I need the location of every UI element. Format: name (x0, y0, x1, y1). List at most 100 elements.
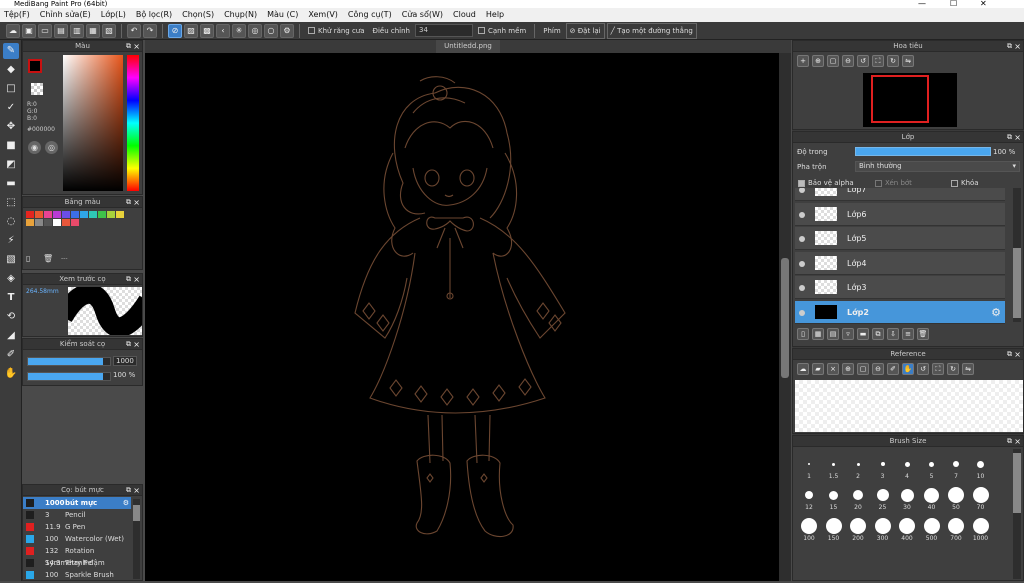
brush-size-cell[interactable]: 15 (822, 481, 846, 511)
snap-circle-icon[interactable]: ◎ (248, 23, 262, 38)
close-icon[interactable]: × (133, 197, 140, 208)
flip-icon[interactable]: ⇋ (902, 55, 914, 67)
visibility-icon[interactable] (799, 211, 805, 218)
saturation-value-square[interactable] (63, 55, 123, 191)
brush-size-cell[interactable]: 1000 (969, 512, 993, 542)
brush-size-value[interactable]: 1000 (113, 356, 137, 366)
brush-size-cell[interactable]: 25 (871, 481, 895, 511)
visibility-icon[interactable] (799, 260, 805, 267)
background-color-swatch[interactable] (31, 83, 43, 95)
minimize-button[interactable]: — (918, 0, 926, 8)
brush-size-cell[interactable]: 700 (944, 512, 968, 542)
palette-swatch[interactable] (44, 211, 52, 218)
check-tool-icon[interactable]: ✓ (3, 100, 19, 116)
zoom-in-alt-icon[interactable]: ⊕ (812, 55, 824, 67)
brush-size-cell[interactable]: 3 (871, 450, 895, 480)
brush-size-cell[interactable]: 200 (846, 512, 870, 542)
lasso-tool-icon[interactable]: ◌ (3, 214, 19, 230)
palette-swatch[interactable] (89, 211, 97, 218)
brush-size-cell[interactable]: 40 (920, 481, 944, 511)
bucket-tool-icon[interactable]: ◩ (3, 157, 19, 173)
brush-size-cell[interactable]: 100 (797, 512, 821, 542)
menu-snap[interactable]: Chụp(N) (224, 8, 257, 22)
menu-layer[interactable]: Lớp(L) (101, 8, 126, 22)
scroll-thumb[interactable] (1013, 248, 1021, 318)
comment-icon[interactable]: ▭ (38, 23, 52, 38)
pin-icon[interactable]: ⧉ (1007, 132, 1012, 143)
menu-filter[interactable]: Bộ lọc(R) (136, 8, 172, 22)
navigator-view-rect[interactable] (871, 75, 929, 123)
reference-view[interactable] (795, 380, 1023, 432)
brush-list-item[interactable]: 100 Watercolor (Wet) (23, 533, 131, 545)
zoom-in-icon[interactable]: ⊕ (842, 363, 854, 375)
hand-tool-icon[interactable]: ✋ (3, 366, 19, 382)
foreground-color-swatch[interactable] (28, 59, 42, 73)
brush-size-cell[interactable]: 2 (846, 450, 870, 480)
rotate-right-icon[interactable]: ↻ (947, 363, 959, 375)
reset-button[interactable]: ⊘ Đặt lại (565, 22, 605, 39)
hand-icon[interactable]: ✋ (902, 363, 914, 375)
pin-icon[interactable]: ⧉ (1007, 41, 1012, 52)
select-eraser-tool-icon[interactable]: ◈ (3, 271, 19, 287)
brush-list-item[interactable]: 11.9 G Pen (23, 521, 131, 533)
document-tab[interactable]: Untitledd.png (436, 40, 500, 53)
brush-size-cell[interactable]: 4 (895, 450, 919, 480)
pin-icon[interactable]: ⧉ (1007, 436, 1012, 447)
visibility-icon[interactable] (799, 285, 805, 291)
menu-tools[interactable]: Công cụ(T) (348, 8, 392, 22)
page-icon[interactable]: ▥ (70, 23, 84, 38)
palette-swatch[interactable] (71, 219, 79, 226)
palette-swatch[interactable] (62, 219, 70, 226)
divide-tool-icon[interactable]: ◢ (3, 328, 19, 344)
pin-icon[interactable]: ⧉ (126, 339, 131, 350)
fit-icon[interactable]: ▢ (827, 55, 839, 67)
brush-size-cell[interactable]: 300 (871, 512, 895, 542)
palette-swatch[interactable] (62, 211, 70, 218)
zoom-out-icon[interactable]: ⊖ (872, 363, 884, 375)
scroll-thumb[interactable] (781, 258, 789, 378)
grid-icon[interactable]: ▦ (86, 23, 100, 38)
zoom-in-icon[interactable]: + (797, 55, 809, 67)
fit-icon[interactable]: ▢ (857, 363, 869, 375)
brush-list-item[interactable]: 1000bút mực ⚙ (23, 497, 131, 509)
close-button[interactable]: ✕ (980, 0, 987, 8)
menu-view[interactable]: Xem(V) (308, 8, 338, 22)
menu-select[interactable]: Chọn(S) (182, 8, 214, 22)
brush-list-item[interactable]: 100 Sparkle Brush (23, 569, 131, 581)
close-icon[interactable]: × (1014, 436, 1021, 447)
redo-icon[interactable]: ↷ (143, 23, 157, 38)
close-icon[interactable]: × (1014, 41, 1021, 52)
rotate-left-icon[interactable]: ↺ (917, 363, 929, 375)
close-icon[interactable]: × (133, 485, 140, 496)
pin-icon[interactable]: ⧉ (126, 41, 131, 52)
canvas-scrollbar[interactable] (779, 53, 791, 581)
layer-row[interactable]: Lớp4 (795, 251, 1005, 275)
cloud-icon[interactable]: ☁ (6, 23, 20, 38)
lock-checkbox[interactable]: Khóa (951, 179, 979, 187)
clipping-checkbox[interactable]: Xén bớt (875, 179, 912, 187)
blend-mode-select[interactable]: Bình thường ▾ (855, 161, 1020, 172)
eyedropper-icon[interactable]: ✐ (887, 363, 899, 375)
brush-size-cell[interactable]: 400 (895, 512, 919, 542)
brush-size-slider[interactable] (27, 357, 111, 366)
soft-edge-checkbox[interactable]: Cạnh mềm (475, 24, 529, 38)
snap-cross-icon[interactable]: ▩ (200, 23, 214, 38)
magic-wand-tool-icon[interactable]: ⚡ (3, 233, 19, 249)
pin-icon[interactable]: ⧉ (126, 274, 131, 285)
layer-row[interactable]: Lớp5 (795, 227, 1005, 250)
brush-list-item[interactable]: 3 Pencil (23, 509, 131, 521)
gear-icon[interactable]: ⚙ (991, 301, 1001, 324)
layer-settings-icon[interactable]: ≡ (902, 328, 914, 340)
rectangle-tool-icon[interactable]: ■ (3, 138, 19, 154)
close-icon[interactable]: × (133, 339, 140, 350)
brush-size-cell[interactable]: 12 (797, 481, 821, 511)
visibility-icon[interactable] (799, 188, 805, 193)
visibility-icon[interactable] (799, 309, 805, 316)
palette-swatch[interactable] (26, 211, 34, 218)
eraser-tool-icon[interactable]: ◆ (3, 62, 19, 78)
gear-icon[interactable]: ⚙ (123, 497, 129, 509)
brush-size-cell[interactable]: 1.5 (822, 450, 846, 480)
add-layer-menu-icon[interactable]: ▿ (842, 328, 854, 340)
brush-size-cell[interactable]: 30 (895, 481, 919, 511)
rotate-right-icon[interactable]: ↻ (887, 55, 899, 67)
